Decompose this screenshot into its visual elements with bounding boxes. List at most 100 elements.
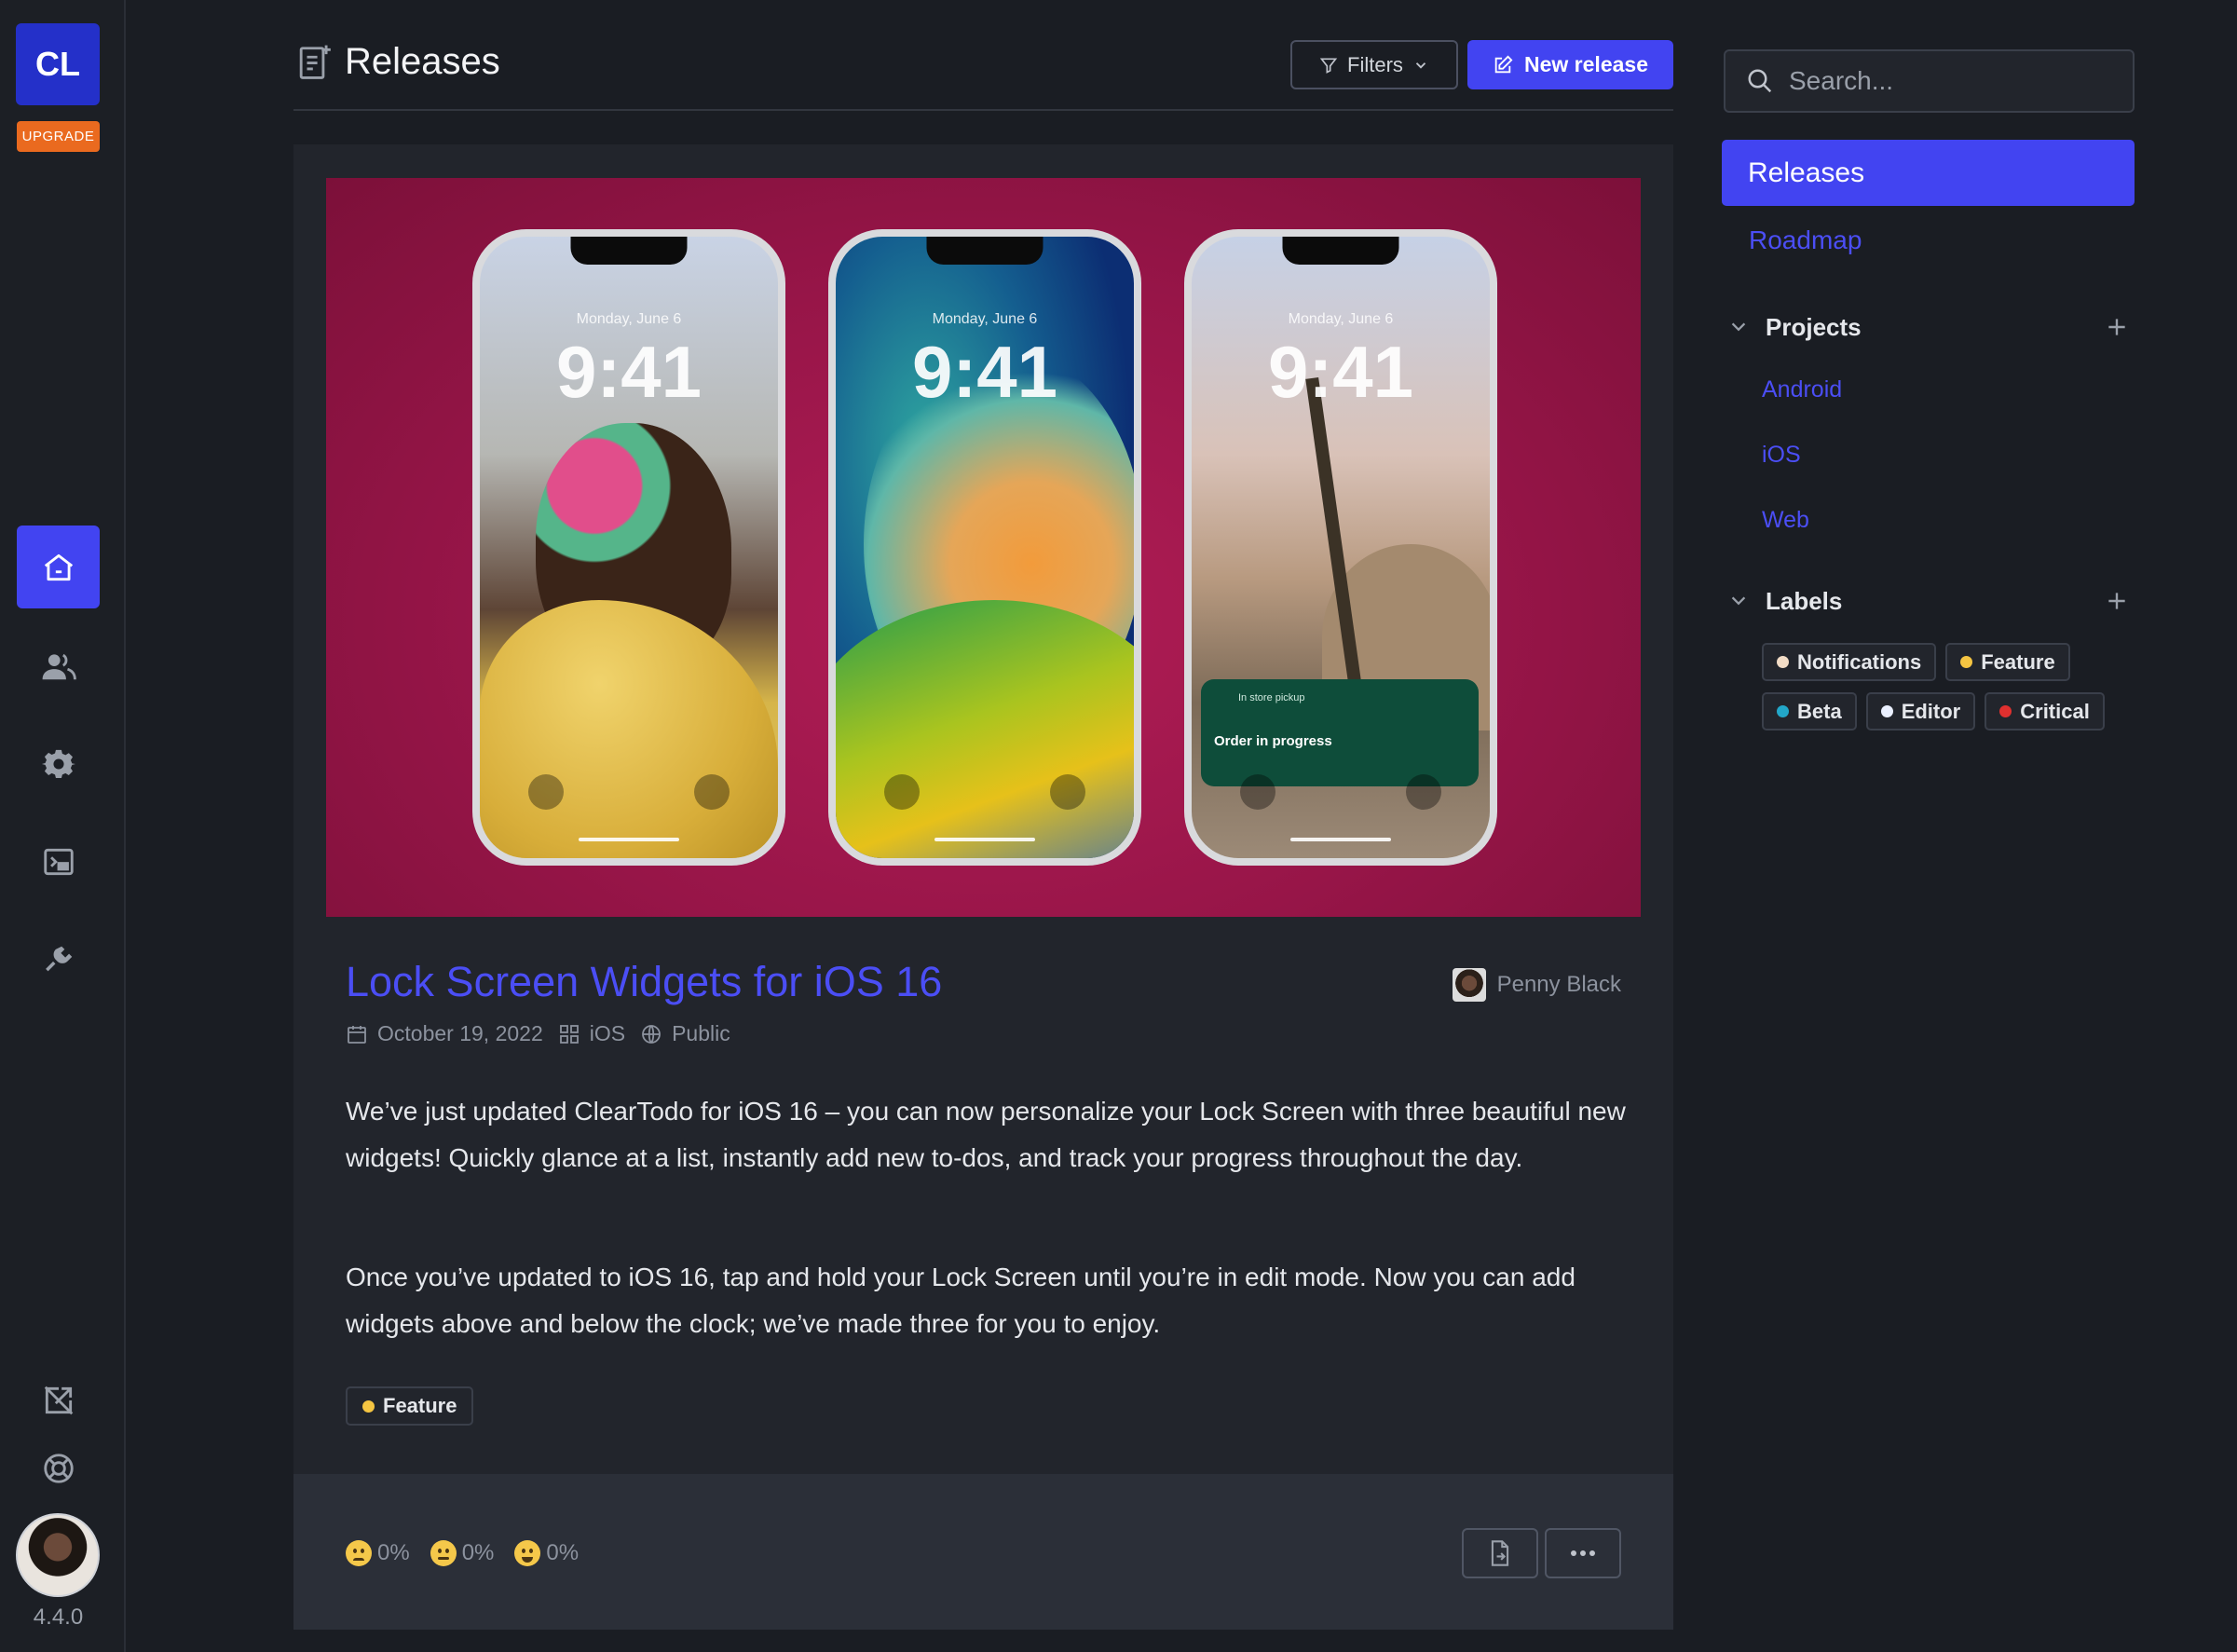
home-icon bbox=[44, 553, 73, 580]
file-export-icon bbox=[1491, 1540, 1509, 1566]
reaction-sad[interactable]: 0% bbox=[346, 1540, 410, 1566]
rail-widgets-button[interactable] bbox=[17, 820, 100, 903]
label-feature[interactable]: Feature bbox=[1945, 643, 2070, 681]
reactions: 0% 0% 0% bbox=[346, 1540, 579, 1566]
search-input[interactable] bbox=[1789, 66, 2124, 96]
external-link-icon bbox=[44, 1386, 73, 1414]
neutral-face-icon bbox=[430, 1540, 457, 1566]
search-icon bbox=[1748, 69, 1772, 93]
author-name: Penny Black bbox=[1496, 972, 1621, 997]
flashlight-icon bbox=[528, 774, 564, 810]
reaction-happy[interactable]: 0% bbox=[514, 1540, 579, 1566]
label-dot bbox=[1960, 656, 1973, 668]
lifebuoy-icon bbox=[43, 1453, 74, 1483]
rail-home-button[interactable] bbox=[17, 526, 100, 608]
edit-icon bbox=[1494, 55, 1513, 73]
chevron-down-icon bbox=[1415, 61, 1426, 69]
reaction-value: 0% bbox=[461, 1540, 495, 1565]
rail-help-button[interactable] bbox=[17, 1427, 100, 1509]
labels-heading: Labels bbox=[1766, 586, 1843, 615]
tag-dot bbox=[362, 1399, 375, 1413]
projects-section-header[interactable]: Projects bbox=[1728, 308, 2135, 346]
filters-button[interactable]: Filters bbox=[1290, 40, 1458, 89]
project-link-web[interactable]: Web bbox=[1762, 507, 1809, 534]
rail-users-button[interactable] bbox=[17, 624, 100, 707]
widget-icon bbox=[43, 848, 74, 875]
label-dot bbox=[1777, 705, 1789, 717]
new-release-label: New release bbox=[1524, 52, 1648, 76]
tag-label: Feature bbox=[383, 1394, 457, 1417]
upgrade-button[interactable]: UPGRADE bbox=[17, 121, 100, 152]
nav-roadmap[interactable]: Roadmap bbox=[1749, 225, 1862, 255]
flashlight-icon bbox=[884, 774, 920, 810]
release-paragraph: We’ve just updated ClearTodo for iOS 16 … bbox=[346, 1097, 1626, 1172]
labels-section-header[interactable]: Labels bbox=[1728, 582, 2135, 620]
label-dot bbox=[1777, 656, 1789, 668]
release-hero-image: Monday, June 6 9:41 Monday, June 6 9:41 bbox=[326, 178, 1641, 917]
label-beta[interactable]: Beta bbox=[1762, 692, 1857, 730]
app-version: 4.4.0 bbox=[33, 1604, 84, 1630]
releases-icon bbox=[299, 45, 331, 79]
widget-title: Order in progress bbox=[1214, 733, 1332, 749]
release-date: October 19, 2022 bbox=[377, 1021, 543, 1045]
phone-date: Monday, June 6 bbox=[1288, 311, 1394, 327]
ellipsis-icon bbox=[1571, 1550, 1595, 1556]
projects-heading: Projects bbox=[1766, 312, 1862, 341]
order-widget: In store pickup Order in progress bbox=[1201, 679, 1479, 786]
users-icon bbox=[42, 653, 76, 679]
sad-face-icon bbox=[346, 1540, 372, 1566]
rail-settings-button[interactable] bbox=[17, 722, 100, 805]
label-dot bbox=[1999, 705, 2012, 717]
rail-integrations-button[interactable] bbox=[17, 918, 100, 1001]
search-box[interactable] bbox=[1724, 49, 2135, 113]
reaction-value: 0% bbox=[546, 1540, 580, 1565]
left-rail: CL UPGRADE 4.4.0 bbox=[0, 0, 126, 1652]
phone-mockup: Monday, June 6 9:41 bbox=[828, 229, 1141, 866]
label-critical[interactable]: Critical bbox=[1985, 692, 2105, 730]
release-title[interactable]: Lock Screen Widgets for iOS 16 bbox=[346, 958, 942, 1006]
filters-label: Filters bbox=[1347, 52, 1403, 76]
app-logo[interactable]: CL bbox=[16, 23, 100, 105]
phone-date: Monday, June 6 bbox=[576, 311, 682, 327]
release-project: iOS bbox=[589, 1021, 626, 1045]
label-text: Editor bbox=[1901, 699, 1961, 723]
phone-time: 9:41 bbox=[1267, 331, 1414, 413]
release-meta: October 19, 2022 iOS Public bbox=[346, 1021, 730, 1046]
release-visibility: Public bbox=[672, 1021, 730, 1045]
release-author: Penny Black bbox=[1452, 968, 1621, 1002]
label-text: Notifications bbox=[1797, 649, 1922, 674]
grid-icon bbox=[559, 1024, 579, 1044]
label-dot bbox=[1880, 705, 1893, 717]
nav-releases[interactable]: Releases bbox=[1722, 140, 2135, 206]
camera-icon bbox=[1050, 774, 1085, 810]
user-avatar[interactable] bbox=[16, 1513, 100, 1597]
flashlight-icon bbox=[1240, 774, 1275, 810]
project-link-android[interactable]: Android bbox=[1762, 376, 1842, 403]
more-button[interactable] bbox=[1545, 1528, 1621, 1578]
plug-icon bbox=[45, 946, 72, 971]
export-button[interactable] bbox=[1462, 1528, 1538, 1578]
label-text: Critical bbox=[2020, 699, 2090, 723]
chevron-down-icon bbox=[1731, 322, 1746, 332]
page-title: Releases bbox=[345, 41, 500, 82]
phone-date: Monday, June 6 bbox=[932, 311, 1038, 327]
label-editor[interactable]: Editor bbox=[1865, 692, 1976, 730]
label-notifications[interactable]: Notifications bbox=[1762, 643, 1937, 681]
header-divider bbox=[293, 109, 1673, 111]
widget-caption: In store pickup bbox=[1238, 692, 1305, 703]
author-avatar bbox=[1452, 968, 1486, 1002]
filter-icon bbox=[1319, 58, 1338, 74]
reaction-neutral[interactable]: 0% bbox=[430, 1540, 495, 1566]
label-text: Feature bbox=[1981, 649, 2055, 674]
add-project-icon[interactable] bbox=[2105, 315, 2129, 339]
new-release-button[interactable]: New release bbox=[1467, 40, 1673, 89]
camera-icon bbox=[694, 774, 730, 810]
reaction-value: 0% bbox=[377, 1540, 410, 1565]
globe-icon bbox=[642, 1024, 661, 1044]
add-label-icon[interactable] bbox=[2105, 589, 2129, 613]
phone-mockup: Monday, June 6 9:41 bbox=[472, 229, 785, 866]
gear-icon bbox=[41, 749, 75, 778]
release-tag[interactable]: Feature bbox=[346, 1386, 474, 1426]
phone-mockup: Monday, June 6 9:41 In store pickup Orde… bbox=[1184, 229, 1497, 866]
project-link-ios[interactable]: iOS bbox=[1762, 442, 1801, 469]
